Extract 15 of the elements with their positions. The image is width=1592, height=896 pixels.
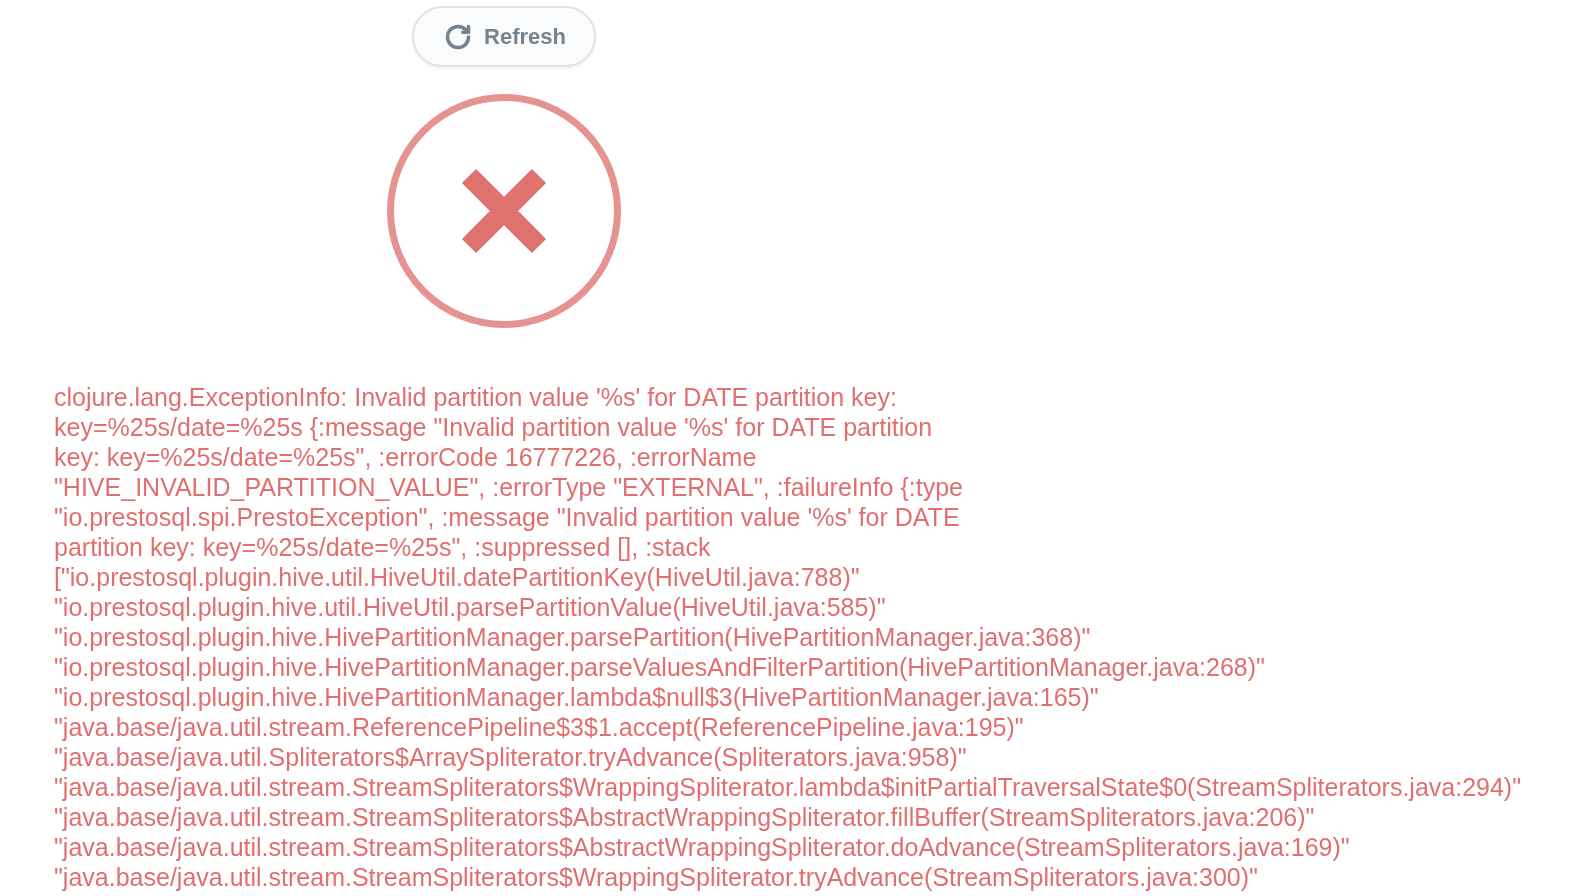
stack-trace-line: "io.prestosql.plugin.hive.HivePartitionManager.parseValuesAndFilterPartition(HivePartitionManager.java:268)"	[54, 652, 1265, 682]
stack-trace-line: "io.prestosql.plugin.hive.HivePartitionManager.lambda$null$3(HivePartitionManager.java:165)"	[54, 682, 1099, 712]
stack-trace-line: "io.prestosql.plugin.hive.util.HiveUtil.parsePartitionValue(HiveUtil.java:585)"	[54, 592, 886, 622]
stack-trace-line: "java.base/java.util.stream.StreamSpliterators$WrappingSpliterator.lambda$initPartialTraversalState$0(StreamSpliterators.java:294)"	[54, 772, 1522, 802]
stack-trace-line: "java.base/java.util.Spliterators$ArraySpliterator.tryAdvance(Spliterators.java:958)"	[54, 742, 967, 772]
stack-trace-line: "java.base/java.util.stream.StreamSpliterators$WrappingSpliterator.tryAdvance(StreamSpliterators.java:300)"	[54, 862, 1258, 892]
stack-trace-line: "java.base/java.util.stream.ReferencePipeline$3$1.accept(ReferencePipeline.java:195)"	[54, 712, 1024, 742]
error-x-circle-icon	[387, 94, 621, 328]
stack-trace-line: "java.base/java.util.stream.StreamSpliterators$AbstractWrappingSpliterator.fillBuffer(StreamSpliterators.java:206)"	[54, 802, 1315, 832]
stack-trace-line: "io.prestosql.plugin.hive.HivePartitionManager.parsePartition(HivePartitionManager.java:368)"	[54, 622, 1091, 652]
stack-trace-line: ["io.prestosql.plugin.hive.util.HiveUtil.datePartitionKey(HiveUtil.java:788)"	[54, 562, 860, 592]
stack-trace-line: "java.base/java.util.stream.StreamSpliterators$AbstractWrappingSpliterator.doAdvance(StreamSpliterators.java:169)"	[54, 832, 1350, 862]
error-message: clojure.lang.ExceptionInfo: Invalid partition value '%s' for DATE partition key: key=%25s/date=%25s {:message "Invalid partition value '%s' for DATE partition key: key=%25s/date=%25s", :errorCode 16777226, :errorName "HIVE_INVALID_PARTITION_VALUE", :errorType "EXTERNAL", :failureInfo {:type "io.prestosql.spi.PrestoException", :message "Invalid partition value '%s' for DATE partition key: key=%25s/date=%25s", :suppressed [], :stack	[54, 382, 964, 562]
refresh-icon	[444, 22, 473, 51]
refresh-button[interactable]: Refresh	[412, 6, 596, 67]
